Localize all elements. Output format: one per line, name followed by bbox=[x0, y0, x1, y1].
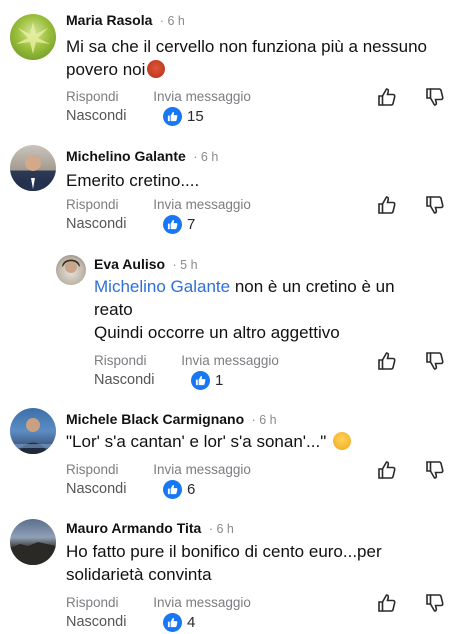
angry-face-icon bbox=[147, 60, 166, 78]
like-count[interactable]: 4 bbox=[163, 613, 195, 632]
avatar[interactable] bbox=[56, 255, 86, 285]
thumbs-down-icon[interactable] bbox=[424, 350, 446, 372]
thumbs-up-icon[interactable] bbox=[376, 350, 398, 372]
like-count[interactable]: 15 bbox=[163, 107, 204, 126]
thumbs-up-icon[interactable] bbox=[376, 459, 398, 481]
like-count[interactable]: 7 bbox=[163, 215, 195, 234]
thumbs-up-icon[interactable] bbox=[376, 194, 398, 216]
reply-button[interactable]: Rispondi bbox=[66, 89, 119, 104]
thumbs-up-icon[interactable] bbox=[376, 86, 398, 108]
like-count[interactable]: 1 bbox=[191, 371, 223, 390]
thumbs-down-icon[interactable] bbox=[424, 592, 446, 614]
send-message-button[interactable]: Invia messaggio bbox=[153, 462, 251, 477]
hide-button[interactable]: Nascondi bbox=[66, 481, 126, 497]
thumbs-up-icon[interactable] bbox=[376, 592, 398, 614]
comment-author[interactable]: Michele Black Carmignano bbox=[66, 411, 244, 427]
send-message-button[interactable]: Invia messaggio bbox=[153, 197, 251, 212]
comment-text: Ho fatto pure il bonifico di cento euro.… bbox=[66, 542, 382, 584]
reply-button[interactable]: Rispondi bbox=[66, 462, 119, 477]
hide-button[interactable]: Nascondi bbox=[66, 614, 126, 630]
avatar[interactable] bbox=[10, 14, 56, 60]
avatar[interactable] bbox=[10, 519, 56, 565]
comment-author[interactable]: Maria Rasola bbox=[66, 12, 152, 28]
hide-button[interactable]: Nascondi bbox=[94, 372, 154, 388]
comment-text: "Lor' s'a cantan' e lor' s'a sonan'..." bbox=[66, 430, 456, 453]
like-icon bbox=[163, 215, 182, 234]
grimace-face-icon bbox=[332, 432, 351, 450]
thumbs-down-icon[interactable] bbox=[424, 86, 446, 108]
hide-button[interactable]: Nascondi bbox=[66, 108, 126, 124]
like-icon bbox=[163, 480, 182, 499]
comment-time: · 5 h bbox=[172, 258, 198, 272]
comment-time: · 6 h bbox=[159, 14, 185, 28]
like-icon bbox=[163, 613, 182, 632]
send-message-button[interactable]: Invia messaggio bbox=[181, 353, 279, 368]
comment-item: Michele Black Carmignano · 6 h "Lor' s'a… bbox=[0, 405, 463, 510]
comment-item: Maria Rasola · 6 h Mi sa che il cervello… bbox=[0, 0, 463, 130]
comment-author[interactable]: Michelino Galante bbox=[66, 148, 186, 164]
comment-item: Mauro Armando Tita · 6 h Ho fatto pure i… bbox=[0, 510, 463, 634]
send-message-button[interactable]: Invia messaggio bbox=[153, 89, 251, 104]
reply-button[interactable]: Rispondi bbox=[94, 353, 147, 368]
comment-time: · 6 h bbox=[193, 150, 219, 164]
like-icon bbox=[163, 107, 182, 126]
comment-author[interactable]: Mauro Armando Tita bbox=[66, 520, 201, 536]
avatar[interactable] bbox=[10, 408, 56, 454]
like-icon bbox=[191, 371, 210, 390]
comment-text: Emerito cretino.... bbox=[66, 171, 200, 190]
avatar[interactable] bbox=[10, 145, 56, 191]
hide-button[interactable]: Nascondi bbox=[66, 216, 126, 232]
reply-button[interactable]: Rispondi bbox=[66, 595, 119, 610]
comment-time: · 6 h bbox=[251, 413, 277, 427]
mention-link[interactable]: Michelino Galante bbox=[94, 277, 230, 296]
comment-text: Michelino Galante non è un cretino è un … bbox=[94, 277, 395, 342]
comment-author[interactable]: Eva Auliso bbox=[94, 256, 165, 272]
like-count[interactable]: 6 bbox=[163, 480, 195, 499]
thumbs-down-icon[interactable] bbox=[424, 459, 446, 481]
comment-text: Mi sa che il cervello non funziona più a… bbox=[66, 37, 427, 79]
comment-time: · 6 h bbox=[208, 522, 234, 536]
reply-item: Eva Auliso · 5 h Michelino Galante non è… bbox=[0, 245, 463, 405]
reply-button[interactable]: Rispondi bbox=[66, 197, 119, 212]
thumbs-down-icon[interactable] bbox=[424, 194, 446, 216]
comment-item: Michelino Galante · 6 h Emerito cretino.… bbox=[0, 130, 463, 245]
send-message-button[interactable]: Invia messaggio bbox=[153, 595, 251, 610]
